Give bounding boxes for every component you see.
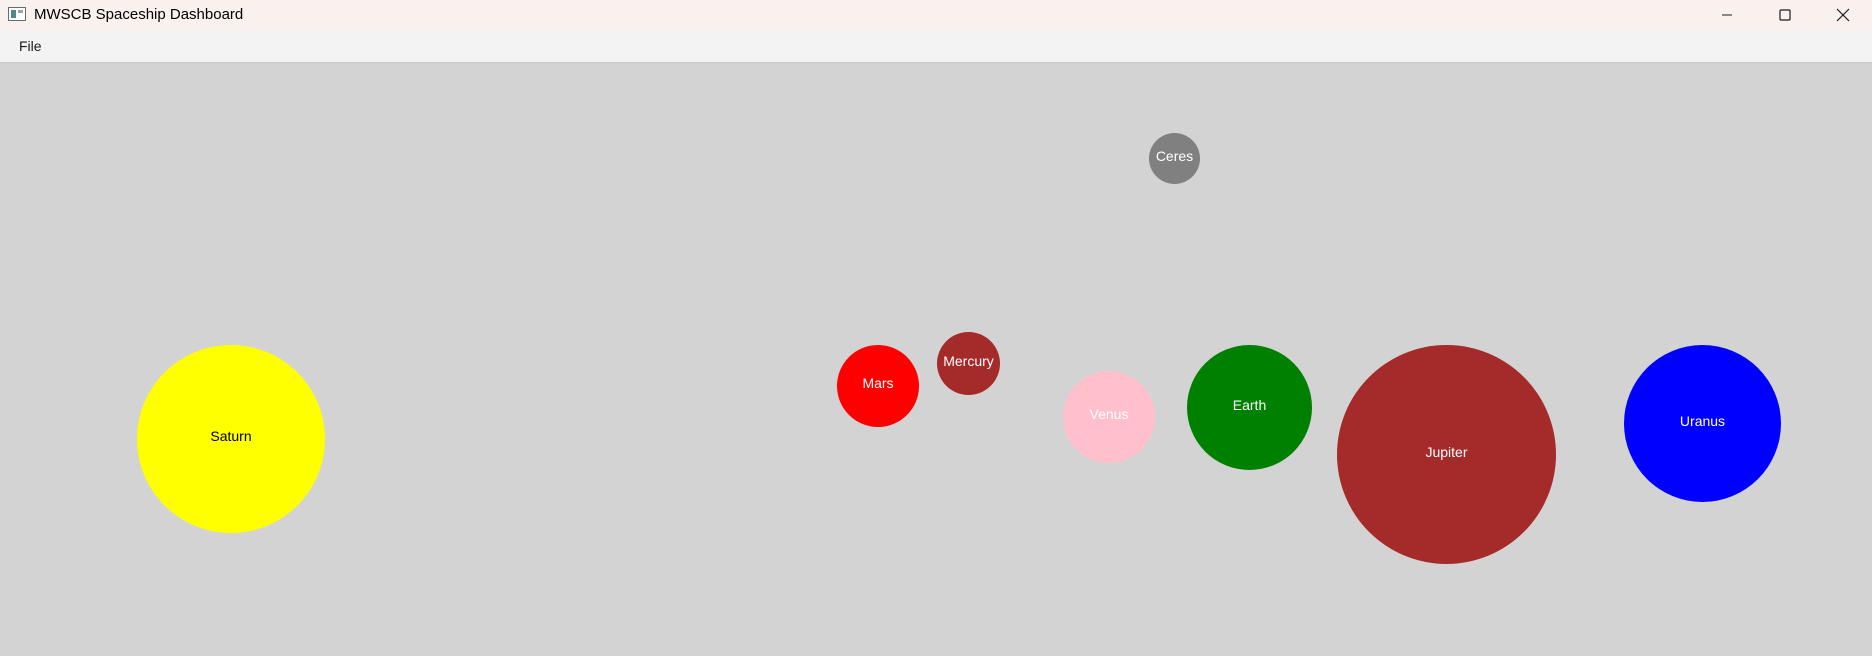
planet-mars[interactable]: Mars xyxy=(837,345,919,427)
planet-label-venus: Venus xyxy=(1089,406,1129,422)
planet-label-saturn: Saturn xyxy=(210,428,252,444)
planet-earth[interactable]: Earth xyxy=(1187,345,1312,470)
menu-bar: File xyxy=(0,30,1872,63)
maximize-icon xyxy=(1779,9,1791,21)
close-button[interactable] xyxy=(1814,0,1872,30)
planet-saturn[interactable]: Saturn xyxy=(137,345,325,533)
planet-label-mars: Mars xyxy=(862,375,894,391)
planet-uranus[interactable]: Uranus xyxy=(1624,345,1781,502)
window-title: MWSCB Spaceship Dashboard xyxy=(34,6,244,23)
planet-jupiter[interactable]: Jupiter xyxy=(1337,345,1556,564)
minimize-icon xyxy=(1722,14,1732,16)
planet-label-earth: Earth xyxy=(1232,396,1267,413)
minimize-button[interactable] xyxy=(1698,0,1756,30)
app-window: MWSCB Spaceship Dashboard File Saturn Ma… xyxy=(0,0,1872,656)
planet-mercury[interactable]: Mercury xyxy=(937,332,1000,395)
solar-system-canvas[interactable]: Saturn Mars Mercury Venus Earth Jupiter … xyxy=(0,63,1872,656)
planet-label-ceres: Ceres xyxy=(1155,147,1194,164)
menu-item-file[interactable]: File xyxy=(12,34,49,58)
planet-label-jupiter: Jupiter xyxy=(1425,443,1468,460)
app-window-icon xyxy=(8,7,26,21)
maximize-button[interactable] xyxy=(1756,0,1814,30)
planet-label-mercury: Mercury xyxy=(943,352,994,369)
planet-ceres[interactable]: Ceres xyxy=(1149,133,1200,184)
planet-label-uranus: Uranus xyxy=(1679,412,1726,429)
close-icon xyxy=(1836,8,1850,22)
title-bar[interactable]: MWSCB Spaceship Dashboard xyxy=(0,0,1872,30)
planet-venus[interactable]: Venus xyxy=(1063,371,1155,463)
